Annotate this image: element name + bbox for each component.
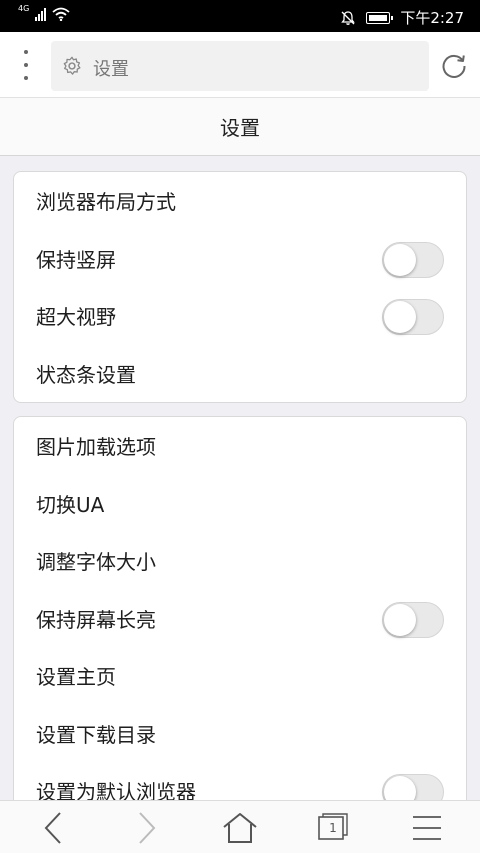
silent-bell-icon [341, 10, 356, 25]
setting-label: 保持屏幕长亮 [36, 607, 156, 632]
setting-label: 调整字体大小 [36, 550, 156, 575]
toggle-knob [384, 243, 416, 276]
setting-homepage[interactable]: 设置主页 [14, 647, 466, 705]
setting-label: 超大视野 [36, 305, 116, 330]
settings-group-general: 图片加载选项 切换UA 调整字体大小 保持屏幕长亮 设置主页 设置下载目录 设置… [13, 416, 467, 816]
refresh-icon[interactable] [440, 52, 468, 80]
forward-button[interactable] [102, 801, 192, 853]
setting-status-bar[interactable]: 状态条设置 [14, 345, 466, 403]
setting-keep-screen-on[interactable]: 保持屏幕长亮 [14, 590, 466, 648]
keep-portrait-toggle[interactable] [382, 241, 444, 278]
wide-view-toggle[interactable] [382, 299, 444, 335]
keep-screen-on-toggle[interactable] [382, 601, 444, 638]
address-text: 设置 [93, 59, 129, 80]
hamburger-menu-icon [413, 815, 441, 840]
tab-count: 1 [329, 820, 337, 835]
setting-label: 状态条设置 [36, 362, 136, 387]
setting-switch-ua[interactable]: 切换UA [14, 475, 466, 533]
setting-label: 设置下载目录 [36, 722, 156, 747]
bottom-navigation: 1 [0, 800, 480, 853]
home-button[interactable] [195, 801, 285, 853]
gear-icon [63, 56, 81, 75]
wifi-icon [52, 7, 70, 21]
clock: 下午2:27 [400, 9, 464, 27]
setting-label: 切换UA [36, 492, 105, 517]
forward-arrow-icon [139, 811, 156, 844]
setting-font-size[interactable]: 调整字体大小 [14, 532, 466, 590]
setting-keep-portrait[interactable]: 保持竖屏 [14, 230, 466, 288]
tabs-button[interactable]: 1 [288, 801, 378, 853]
setting-download-dir[interactable]: 设置下载目录 [14, 705, 466, 763]
setting-wide-view[interactable]: 超大视野 [14, 287, 466, 345]
network-type-label: 4G [18, 4, 30, 13]
setting-label: 浏览器布局方式 [36, 190, 176, 215]
more-vertical-icon[interactable] [16, 50, 36, 80]
setting-image-loading[interactable]: 图片加载选项 [14, 417, 466, 475]
menu-button[interactable] [382, 801, 472, 853]
status-left: 4G [18, 4, 70, 21]
setting-label: 图片加载选项 [36, 435, 156, 460]
browser-toolbar: 设置 [0, 32, 480, 98]
status-right: 下午2:27 [340, 7, 464, 28]
back-arrow-icon [44, 811, 61, 844]
address-bar[interactable]: 设置 [51, 41, 429, 91]
page-title: 设置 [0, 98, 480, 156]
setting-label: 设置主页 [36, 665, 116, 690]
setting-browser-layout[interactable]: 浏览器布局方式 [14, 172, 466, 230]
back-button[interactable] [8, 801, 98, 853]
toggle-knob [384, 603, 416, 636]
signal-icon [35, 7, 47, 21]
status-bar: 4G 下午2:27 [0, 0, 480, 32]
setting-label: 保持竖屏 [36, 247, 116, 272]
home-icon [223, 812, 257, 843]
settings-group-layout: 浏览器布局方式 保持竖屏 超大视野 状态条设置 [13, 171, 467, 403]
toggle-knob [384, 301, 416, 333]
battery-icon [366, 11, 394, 24]
